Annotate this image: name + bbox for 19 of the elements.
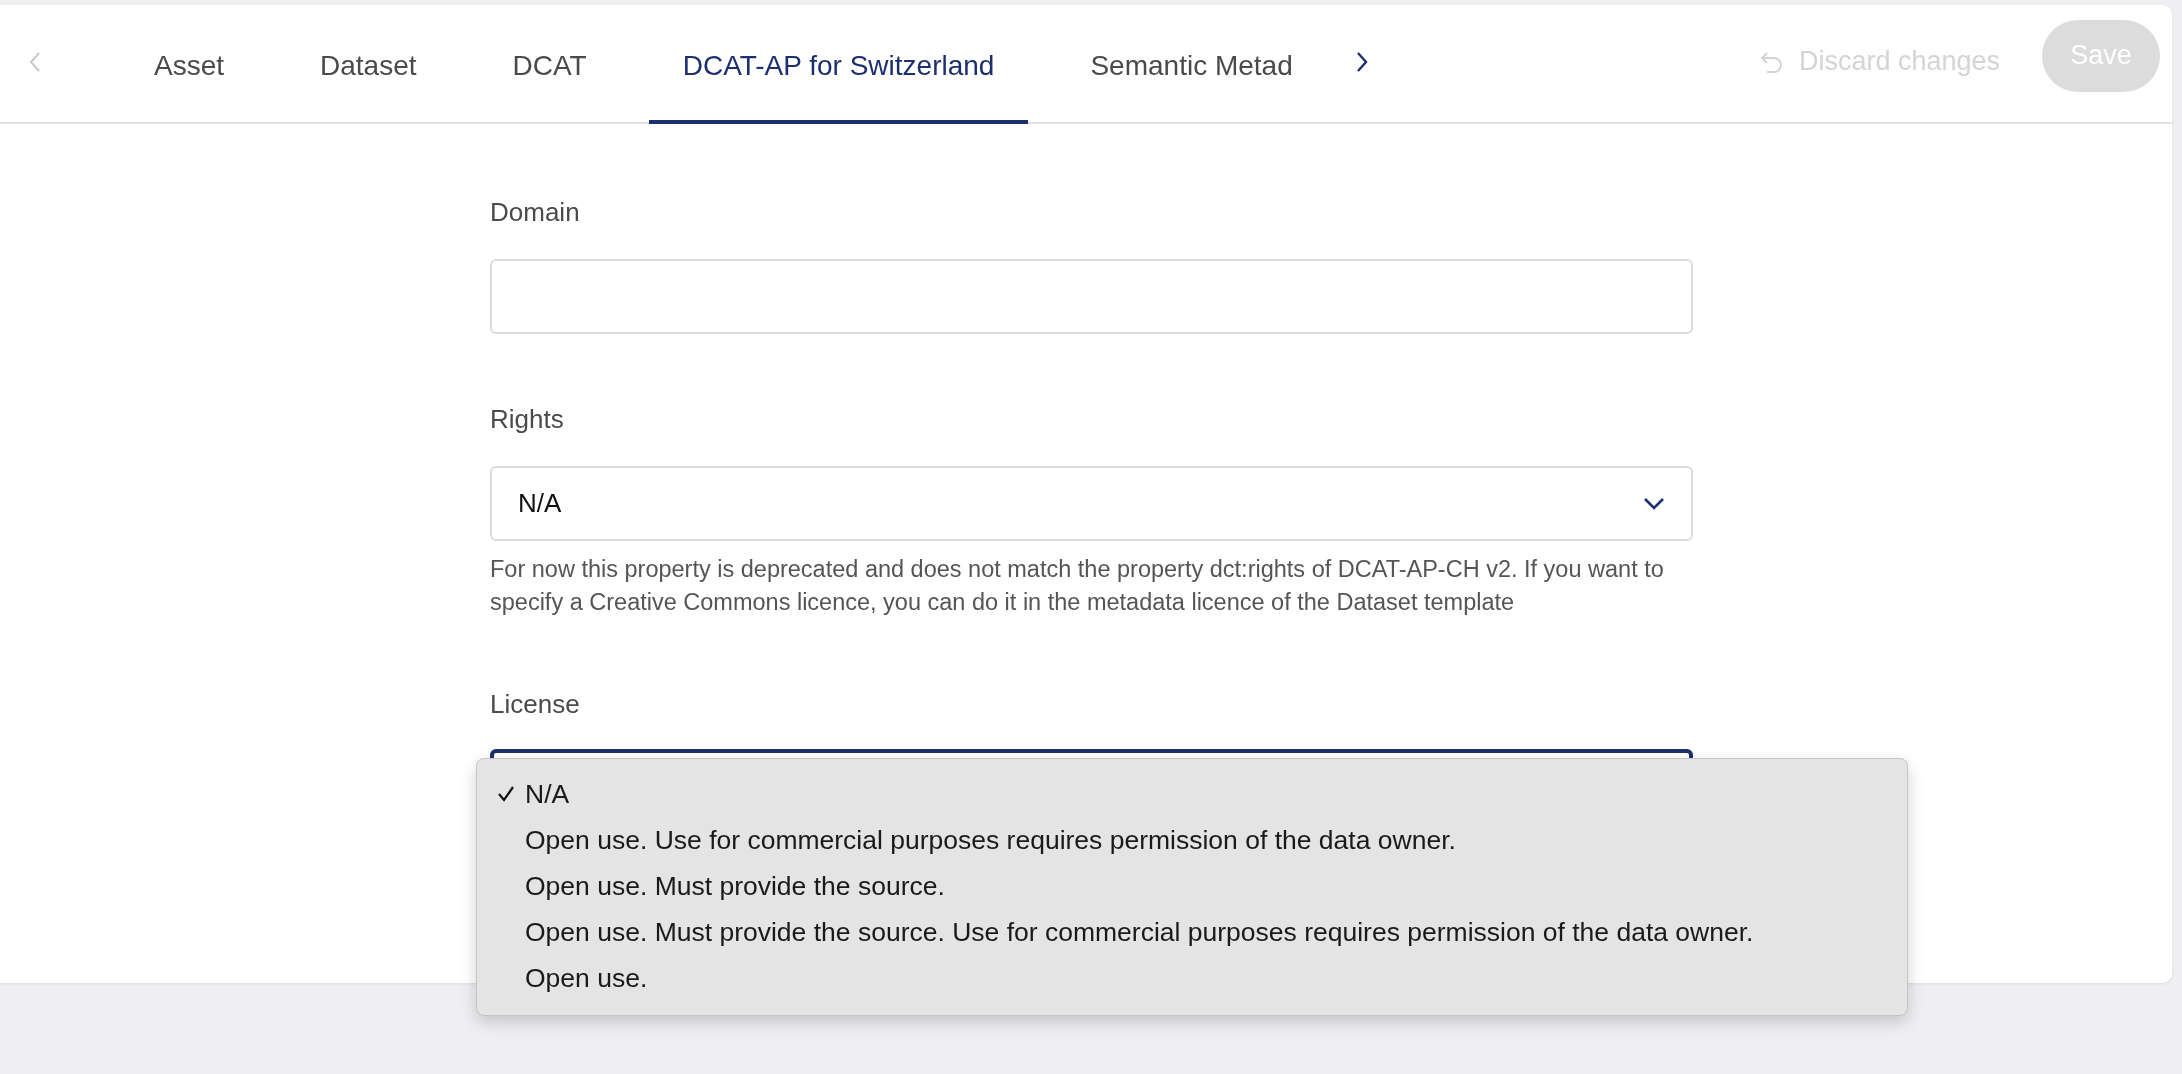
dropdown-option[interactable]: N/A xyxy=(477,771,1907,817)
help-text: For now this property is deprecated and does not match the property dct:rights of DCAT-AP-CH v2. If you want to specify a Creative Commons licence, you can do it in the metadata licence of the Dataset template xyxy=(490,555,1665,617)
tab[interactable]: DCAT-AP for Switzerland xyxy=(648,5,1029,124)
chevron-left-icon xyxy=(28,50,42,73)
chevron-down-icon xyxy=(1643,496,1665,511)
rights-select[interactable]: N/A xyxy=(490,466,1693,541)
domain-input-field[interactable] xyxy=(490,259,1693,334)
tab[interactable]: Dataset xyxy=(286,5,451,124)
dropdown-option[interactable]: Open use. xyxy=(477,955,1907,1001)
dropdown-option[interactable]: Open use. Must provide the source. Use for commercial purposes requires permission of the data owner. xyxy=(477,909,1907,955)
chevron-right-icon xyxy=(1354,50,1369,73)
field-label: Domain xyxy=(490,197,581,227)
field-label: Rights xyxy=(490,404,565,434)
tab[interactable]: Asset xyxy=(120,5,259,124)
tab[interactable]: DCAT xyxy=(478,5,621,124)
dropdown-option[interactable]: Open use. Must provide the source. xyxy=(477,863,1907,909)
field-label: License xyxy=(490,689,581,719)
dropdown-option[interactable]: Open use. Use for commercial purposes requires permission of the data owner. xyxy=(477,817,1907,863)
tab[interactable]: Semantic Metad xyxy=(1056,5,1327,124)
